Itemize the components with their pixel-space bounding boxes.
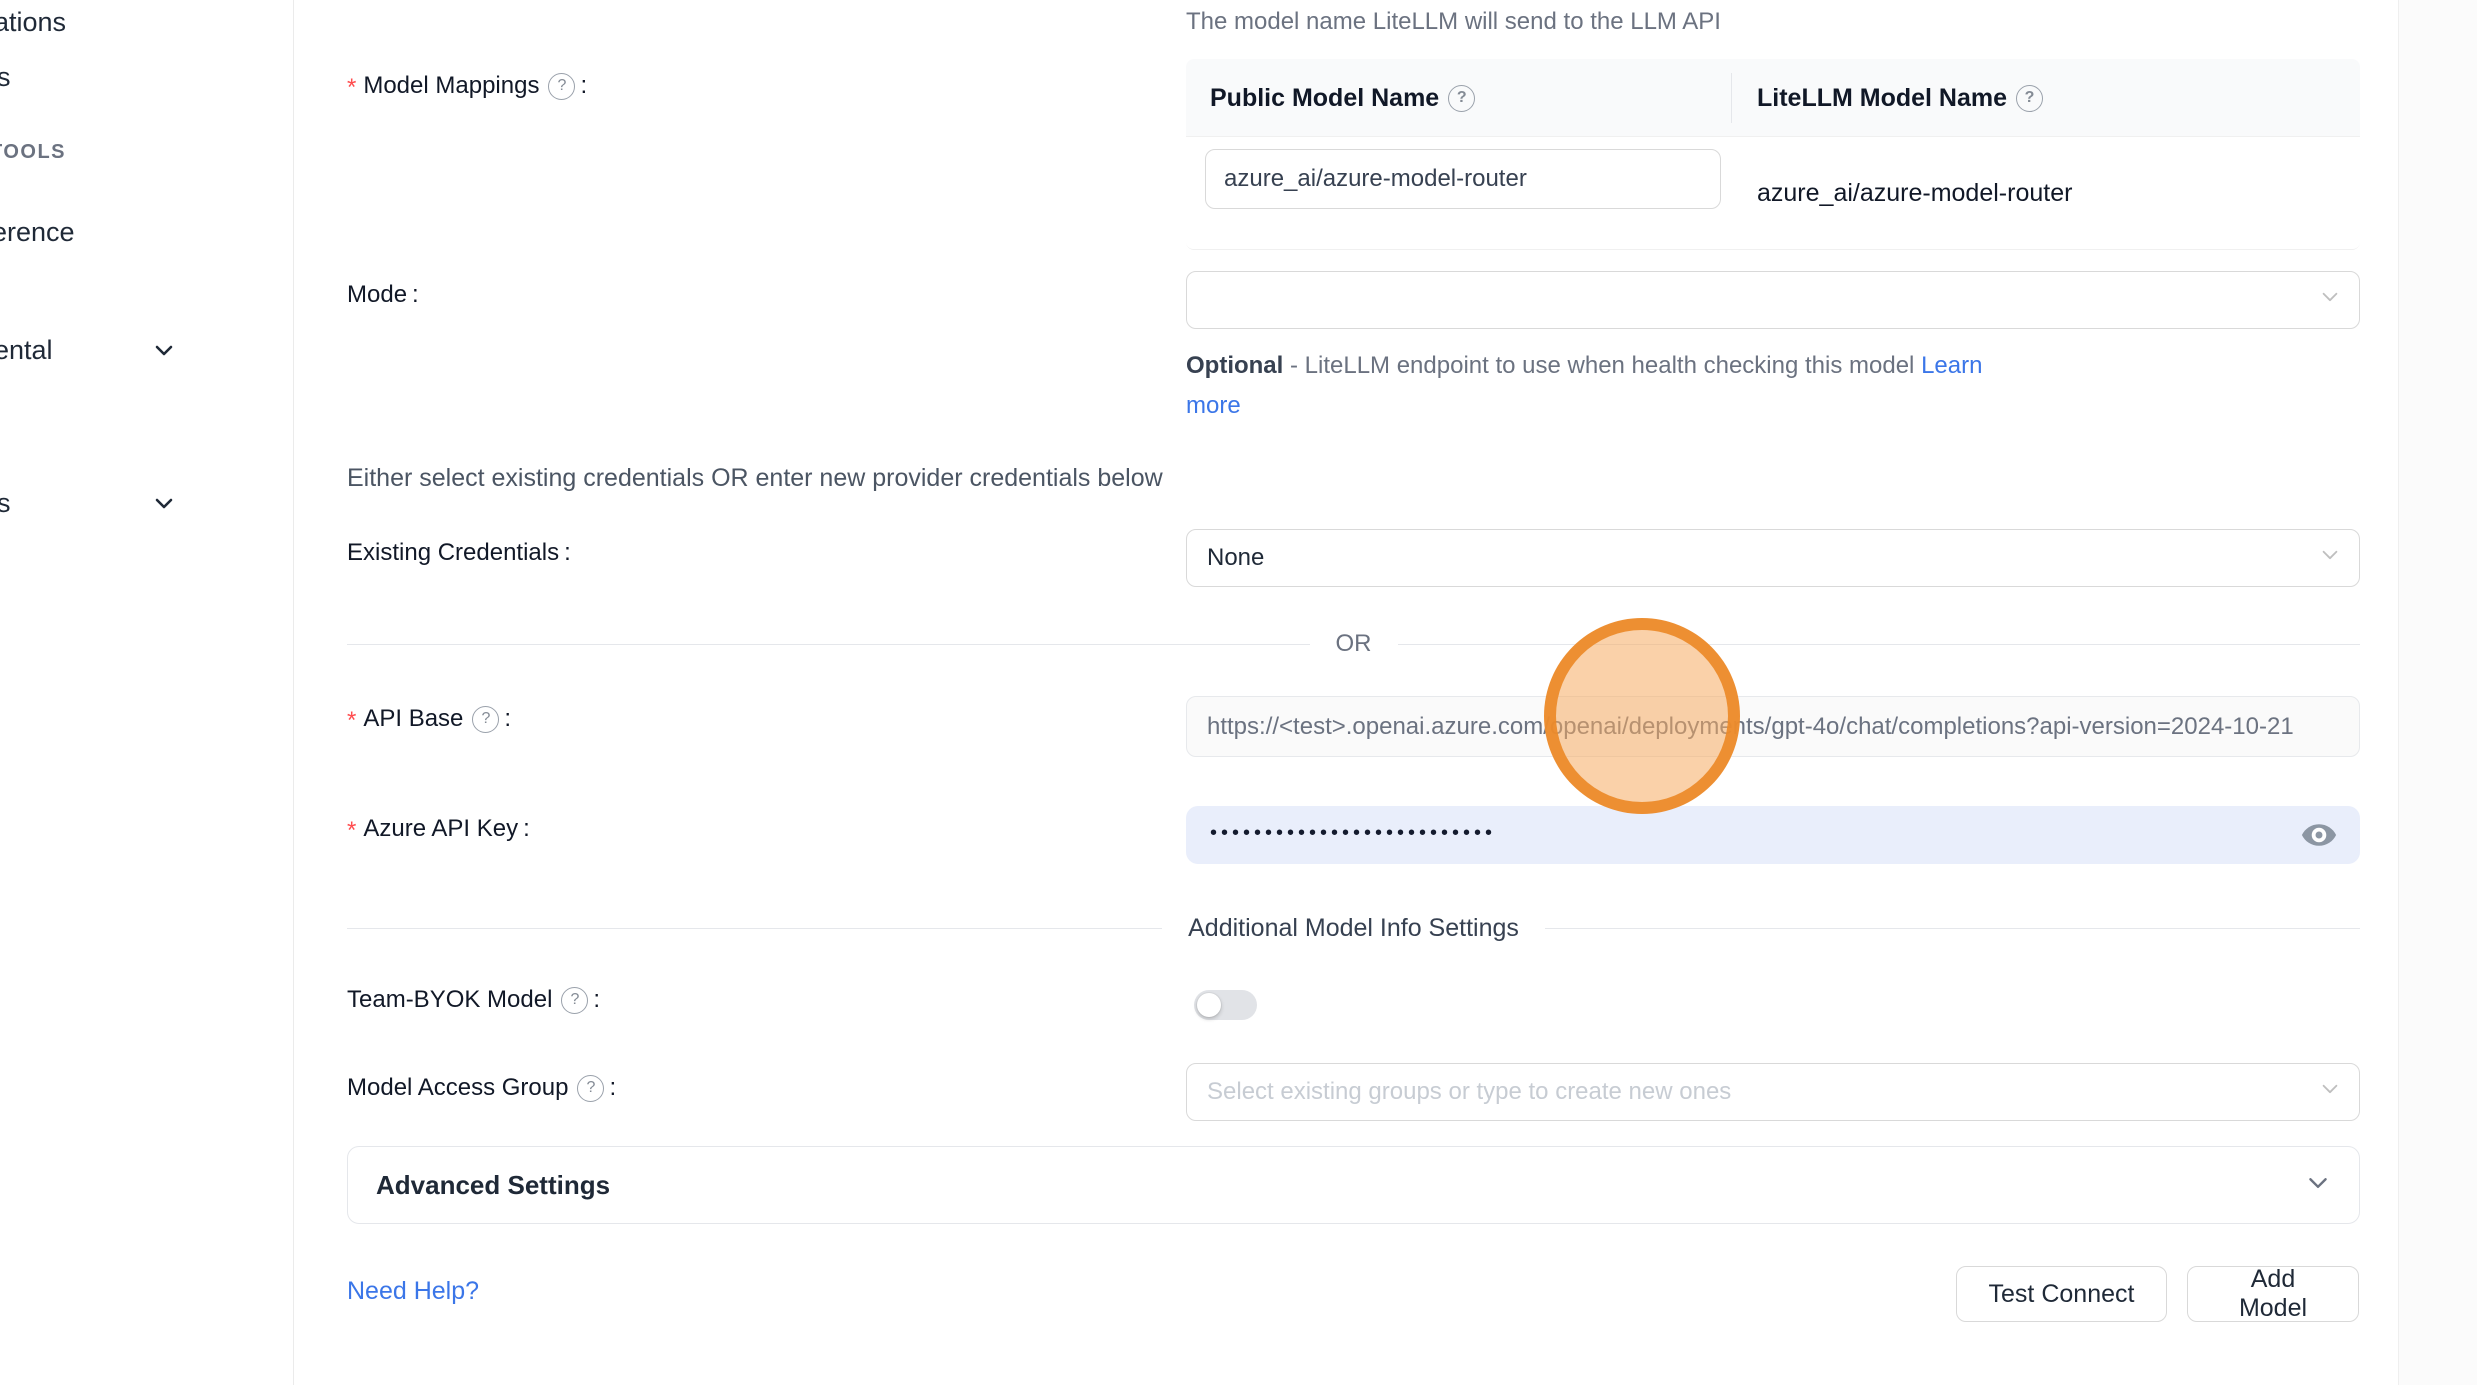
chevron-down-icon [2319,286,2341,315]
add-model-button[interactable]: Add Model [2187,1266,2359,1322]
help-icon[interactable]: ? [577,1075,604,1102]
sidebar-section-label: TOOLS [0,141,66,164]
sidebar-item-label: ations [0,7,66,38]
sidebar-item-truncated[interactable]: ations [0,2,66,42]
help-icon[interactable]: ? [1448,85,1475,112]
api-base-value: https://<test>.openai.azure.com/openai/d… [1207,713,2294,741]
table-header-row: Public Model Name ? LiteLLM Model Name ? [1186,59,2360,137]
learn-more-link[interactable]: Learn [1921,352,1982,379]
mode-help-line2: more [1186,386,1982,426]
required-asterisk: * [347,707,356,735]
divider-line [1545,928,2360,929]
model-mappings-table: Public Model Name ? LiteLLM Model Name ?… [1186,59,2360,250]
model-name-hint: The model name LiteLLM will send to the … [1186,8,1721,36]
azure-api-key-label: * Azure API Key : [347,815,530,843]
advanced-settings-title: Advanced Settings [376,1170,610,1201]
existing-credentials-label: Existing Credentials : [347,539,571,567]
add-model-screen: ations s TOOLS erence ental s The model … [0,0,2477,1385]
column-header-public-model-name: Public Model Name ? [1210,59,1475,137]
divider-line [1398,644,2361,645]
mode-select[interactable] [1186,271,2360,329]
sidebar-item-truncated[interactable]: s [0,57,11,97]
need-help-link[interactable]: Need Help? [347,1277,479,1306]
chevron-down-icon [2305,1170,2331,1201]
mode-help-text: Optional - LiteLLM endpoint to use when … [1186,346,1982,426]
divider-line [347,928,1162,929]
column-header-litellm-model-name: LiteLLM Model Name ? [1757,59,2043,137]
sidebar-item-truncated[interactable]: erence [0,212,75,252]
additional-settings-divider: Additional Model Info Settings [347,914,2360,943]
model-access-group-label: Model Access Group ? : [347,1074,616,1102]
learn-more-link[interactable]: more [1186,392,1241,419]
or-divider-text: OR [1310,630,1398,658]
required-asterisk: * [347,74,356,102]
help-icon[interactable]: ? [472,706,499,733]
model-mappings-label: * Model Mappings ? : [347,72,587,100]
test-connect-button[interactable]: Test Connect [1956,1266,2167,1322]
sidebar: ations s TOOLS erence ental s [0,0,294,1385]
advanced-settings-panel[interactable]: Advanced Settings [347,1146,2360,1224]
table-row: azure_ai/azure-model-router [1186,137,2360,249]
chevron-down-icon [2319,1078,2341,1107]
column-divider [1731,73,1732,123]
team-byok-toggle[interactable] [1194,990,1257,1020]
sidebar-item-label: s [0,62,11,93]
eye-icon[interactable] [2300,816,2338,854]
additional-settings-divider-text: Additional Model Info Settings [1162,914,1545,943]
sidebar-item-label: s [0,488,11,519]
chevron-down-icon [2319,544,2341,573]
toggle-knob [1197,993,1221,1017]
or-divider: OR [347,630,2360,658]
existing-credentials-select[interactable]: None [1186,529,2360,587]
public-model-name-input[interactable] [1205,149,1721,209]
required-asterisk: * [347,817,356,845]
api-base-label: * API Base ? : [347,705,511,733]
divider-line [347,644,1310,645]
sidebar-item-truncated[interactable]: ental [0,330,53,370]
model-access-group-placeholder: Select existing groups or type to create… [1207,1078,1731,1106]
model-access-group-select[interactable]: Select existing groups or type to create… [1186,1063,2360,1121]
add-model-form: The model name LiteLLM will send to the … [294,0,2398,1385]
help-icon[interactable]: ? [2016,85,2043,112]
chevron-down-icon [152,338,176,362]
help-icon[interactable]: ? [548,73,575,100]
sidebar-item-label: erence [0,217,75,248]
sidebar-item-label: ental [0,335,53,366]
mode-help-line1: Optional - LiteLLM endpoint to use when … [1186,346,1982,386]
help-icon[interactable]: ? [561,987,588,1014]
litellm-model-name-value: azure_ai/azure-model-router [1757,137,2072,249]
api-base-input[interactable]: https://<test>.openai.azure.com/openai/d… [1186,696,2360,757]
team-byok-label: Team-BYOK Model ? : [347,986,600,1014]
sidebar-section-tools: TOOLS [0,137,66,167]
existing-credentials-value: None [1207,544,1264,572]
credentials-note: Either select existing credentials OR en… [347,464,1163,493]
chevron-down-icon [152,491,176,515]
sidebar-item-truncated[interactable]: s [0,483,11,523]
mode-label: Mode : [347,281,419,309]
page-background [2398,0,2477,1385]
masked-password-value: •••••••••••••••••••••••••• [1210,822,1496,845]
azure-api-key-input[interactable]: •••••••••••••••••••••••••• [1186,806,2360,864]
